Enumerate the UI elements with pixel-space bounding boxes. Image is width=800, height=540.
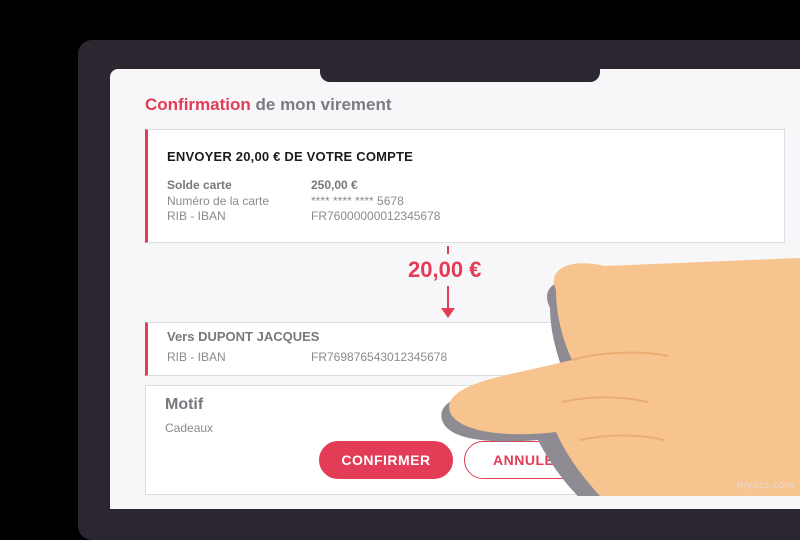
hand-shape bbox=[449, 258, 800, 496]
pointing-hand-illustration bbox=[441, 258, 800, 496]
watermark: mypcs.com bbox=[736, 480, 794, 491]
